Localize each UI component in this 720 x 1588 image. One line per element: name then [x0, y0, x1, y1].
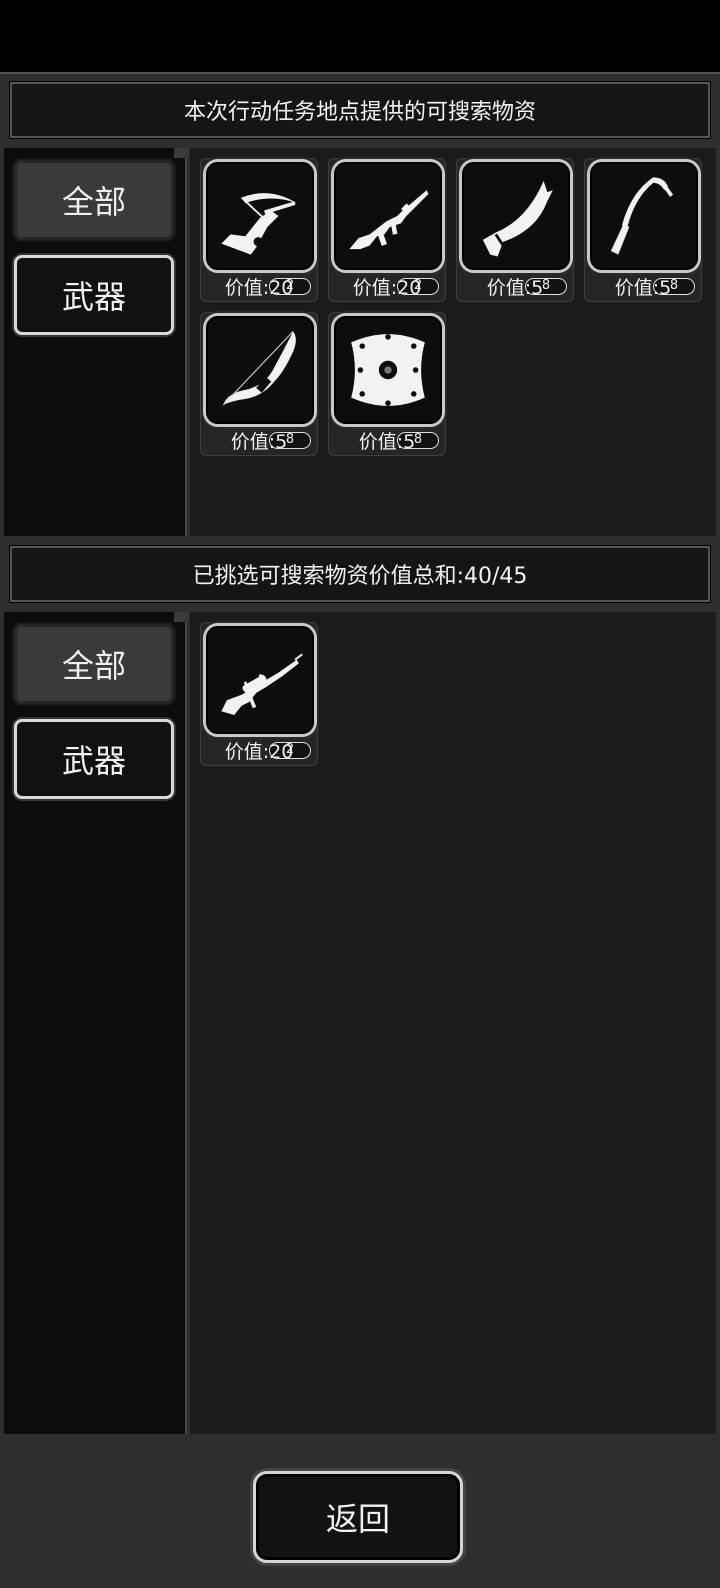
item-value-label: 价值:5: [614, 277, 672, 299]
back-button[interactable]: 返回: [253, 1471, 463, 1563]
available-category-column: 全部 武器: [4, 148, 188, 536]
item-icon-frame: [206, 626, 314, 734]
available-supplies-section: 全部 武器 2 价值:20 2 价值:20 8 价值:5 8 价值:5 8 价值…: [4, 148, 716, 536]
selected-supplies-section: 全部 武器 2 价值:20: [4, 612, 716, 1434]
item-value-label: 价值:5: [486, 277, 544, 299]
crossbow-icon: [221, 193, 297, 255]
selected-tab-weapon-label: 武器: [61, 742, 126, 780]
item-value-label: 价值:20: [224, 741, 294, 763]
item-value-label: 价值:20: [224, 277, 294, 299]
supply-item[interactable]: 8 价值:5: [328, 312, 446, 456]
supply-item[interactable]: 2 价值:20: [328, 158, 446, 302]
kukri-knife-icon: [482, 181, 553, 257]
available-tab-all[interactable]: 全部: [14, 160, 174, 240]
selected-items-grid: 2 价值:20: [190, 612, 716, 1434]
selected-tab-all-label: 全部: [61, 647, 126, 685]
item-icon-frame: [462, 162, 570, 270]
item-icon-frame: [334, 162, 442, 270]
item-icon-frame: [206, 316, 314, 424]
selected-supplies-title-text: 已挑选可搜索物资价值总和:40/45: [192, 564, 528, 589]
available-tab-weapon[interactable]: 武器: [14, 255, 174, 335]
tab-notch: [174, 612, 188, 622]
supply-item[interactable]: 8 价值:5: [200, 312, 318, 456]
available-items-grid: 2 价值:20 2 价值:20 8 价值:5 8 价值:5 8 价值:5 8 价…: [190, 148, 716, 536]
sickle-icon: [610, 177, 674, 255]
available-supplies-title-text: 本次行动任务地点提供的可搜索物资: [183, 100, 536, 125]
supply-item[interactable]: 2 价值:20: [200, 158, 318, 302]
item-icon-frame: [334, 316, 442, 424]
supply-item[interactable]: 8 价值:5: [584, 158, 702, 302]
selected-category-column: 全部 武器: [4, 612, 188, 1434]
available-supplies-title: 本次行动任务地点提供的可搜索物资: [9, 81, 711, 139]
selected-supplies-title: 已挑选可搜索物资价值总和:40/45: [9, 545, 711, 603]
selected-tab-weapon[interactable]: 武器: [14, 719, 174, 799]
item-value-label: 价值:5: [230, 431, 288, 453]
available-tab-weapon-label: 武器: [61, 278, 126, 316]
back-button-label: 返回: [325, 1500, 390, 1538]
item-value-label: 价值:5: [358, 431, 416, 453]
sniper-rifle-icon: [221, 653, 303, 715]
item-value-label: 价值:20: [352, 277, 422, 299]
item-icon-frame: [590, 162, 698, 270]
available-tab-all-label: 全部: [61, 183, 126, 221]
assault-rifle-icon: [349, 190, 429, 250]
recurve-bow-icon: [222, 330, 296, 406]
round-shield-icon: [351, 334, 425, 406]
tab-notch: [174, 148, 188, 158]
selected-supply-item[interactable]: 2 价值:20: [200, 622, 318, 766]
supply-item[interactable]: 8 价值:5: [456, 158, 574, 302]
item-icon-frame: [206, 162, 314, 270]
selected-tab-all[interactable]: 全部: [14, 624, 174, 704]
